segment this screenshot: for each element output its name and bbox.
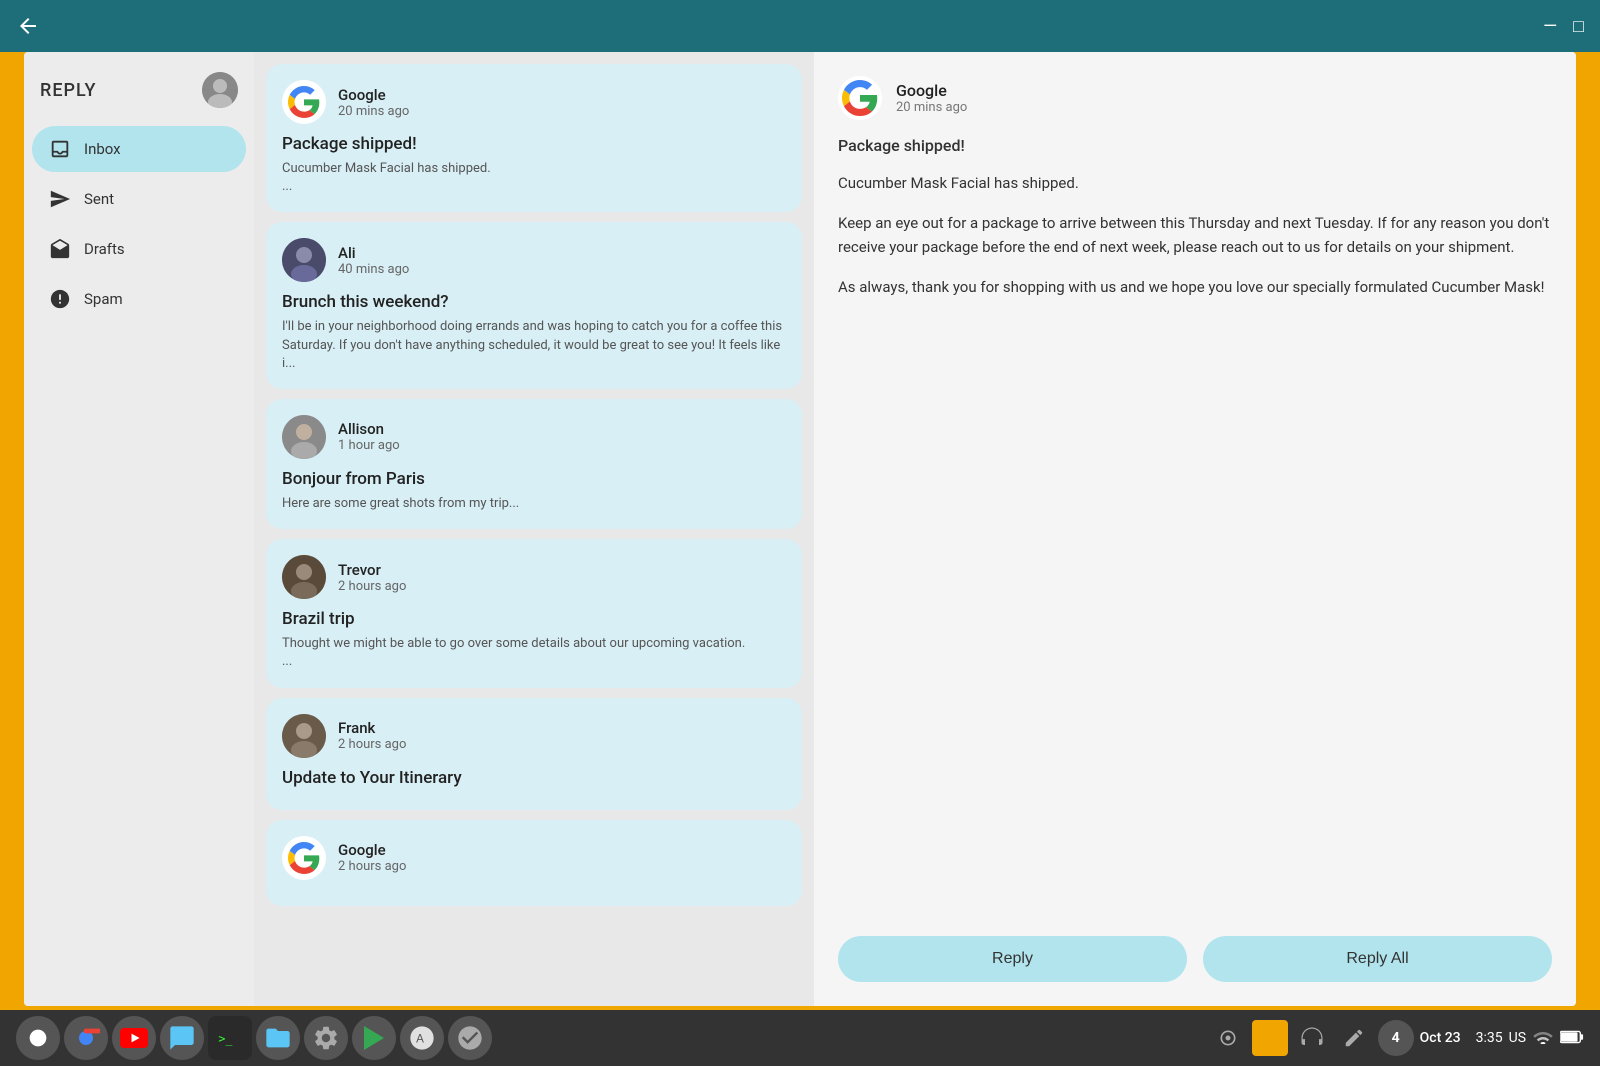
- detail-time: 20 mins ago: [896, 100, 967, 115]
- email-item-6[interactable]: Google 2 hours ago: [266, 820, 802, 906]
- yellow-square-icon[interactable]: [1252, 1020, 1288, 1056]
- email-time-5: 2 hours ago: [338, 737, 406, 752]
- detail-sender: Google: [896, 81, 967, 100]
- minimize-button[interactable]: —: [1543, 16, 1557, 37]
- detail-body-line1: Cucumber Mask Facial has shipped.: [838, 171, 1552, 195]
- main-window: REPLY Inbox Sen: [24, 52, 1576, 1006]
- detail-subject: Package shipped!: [838, 136, 1552, 155]
- reply-all-button[interactable]: Reply All: [1203, 936, 1552, 982]
- email-time-6: 2 hours ago: [338, 859, 406, 874]
- email-extra-4: ...: [282, 653, 786, 671]
- pen-icon[interactable]: [1336, 1020, 1372, 1056]
- detail-body: Cucumber Mask Facial has shipped. Keep a…: [838, 171, 1552, 912]
- inbox-icon: [48, 138, 72, 160]
- email-item-5[interactable]: Frank 2 hours ago Update to Your Itinera…: [266, 698, 802, 810]
- email-time-1: 20 mins ago: [338, 104, 409, 119]
- email-sender-2: Ali: [338, 244, 409, 262]
- detail-body-para2: As always, thank you for shopping with u…: [838, 275, 1552, 299]
- settings-icon[interactable]: [304, 1016, 348, 1060]
- battery-icon: [1560, 1029, 1584, 1048]
- email-subject-4: Brazil trip: [282, 609, 786, 629]
- notification-badge[interactable]: 4: [1378, 1020, 1414, 1056]
- email-subject-2: Brunch this weekend?: [282, 292, 786, 312]
- email-time-2: 40 mins ago: [338, 262, 409, 277]
- inbox-label: Inbox: [84, 140, 121, 158]
- reply-button[interactable]: Reply: [838, 936, 1187, 982]
- taskbar-right: 4 Oct 23 3:35 US: [1210, 1020, 1584, 1056]
- spam-label: Spam: [84, 290, 123, 308]
- email-sender-3: Allison: [338, 420, 400, 438]
- youtube-icon[interactable]: [112, 1016, 156, 1060]
- taskbar-region: US: [1509, 1030, 1526, 1046]
- sidebar-header: REPLY: [24, 60, 254, 124]
- maximize-button[interactable]: □: [1573, 16, 1584, 37]
- taskbar-time: 3:35: [1476, 1030, 1503, 1046]
- sidebar-item-inbox[interactable]: Inbox: [32, 126, 246, 172]
- drafts-label: Drafts: [84, 240, 125, 258]
- email-detail-pane: Google 20 mins ago Package shipped! Cucu…: [814, 52, 1576, 1006]
- sidebar: REPLY Inbox Sen: [24, 52, 254, 1006]
- email-sender-4: Trevor: [338, 561, 406, 579]
- avatar-frank: [282, 714, 326, 758]
- email-item-4[interactable]: Trevor 2 hours ago Brazil trip Thought w…: [266, 539, 802, 687]
- email-preview-2: I'll be in your neighborhood doing erran…: [282, 318, 786, 373]
- email-sender-6: Google: [338, 841, 406, 859]
- avatar-allison: [282, 415, 326, 459]
- email-time-4: 2 hours ago: [338, 579, 406, 594]
- back-button[interactable]: [16, 14, 40, 38]
- detail-actions: Reply Reply All: [838, 936, 1552, 982]
- sent-label: Sent: [84, 190, 114, 208]
- webcam-indicator: [1210, 1020, 1246, 1056]
- spam-icon: [48, 288, 72, 310]
- avatar-google-1: [282, 80, 326, 124]
- email-preview-1: Cucumber Mask Facial has shipped.: [282, 160, 786, 178]
- email-subject-5: Update to Your Itinerary: [282, 768, 786, 788]
- avatar-trevor: [282, 555, 326, 599]
- support-icon[interactable]: [448, 1016, 492, 1060]
- email-subject-1: Package shipped!: [282, 134, 786, 154]
- email-sender-1: Google: [338, 86, 409, 104]
- detail-avatar: [838, 76, 882, 120]
- title-bar: — □: [0, 0, 1600, 52]
- drafts-icon: [48, 238, 72, 260]
- play-store-icon[interactable]: [352, 1016, 396, 1060]
- sidebar-item-sent[interactable]: Sent: [32, 176, 246, 222]
- svg-text:>_: >_: [218, 1032, 233, 1046]
- window-controls: — □: [1543, 16, 1584, 37]
- terminal-icon[interactable]: >_: [208, 1016, 252, 1060]
- svg-text:A: A: [416, 1033, 424, 1046]
- email-list: Google 20 mins ago Package shipped! Cucu…: [254, 52, 814, 1006]
- email-subject-3: Bonjour from Paris: [282, 469, 786, 489]
- files-icon[interactable]: [256, 1016, 300, 1060]
- email-extra-1: ...: [282, 178, 786, 196]
- email-time-3: 1 hour ago: [338, 438, 400, 453]
- app-title: REPLY: [40, 80, 96, 101]
- headphone-icon[interactable]: [1294, 1020, 1330, 1056]
- sent-icon: [48, 188, 72, 210]
- sidebar-item-drafts[interactable]: Drafts: [32, 226, 246, 272]
- email-item-2[interactable]: Ali 40 mins ago Brunch this weekend? I'l…: [266, 222, 802, 389]
- email-preview-3: Here are some great shots from my trip..…: [282, 495, 786, 513]
- email-preview-4: Thought we might be able to go over some…: [282, 635, 786, 653]
- messages-icon[interactable]: [160, 1016, 204, 1060]
- wifi-icon: [1532, 1028, 1554, 1049]
- taskbar-date: Oct 23: [1420, 1030, 1470, 1046]
- avatar-google-2: [282, 836, 326, 880]
- sidebar-item-spam[interactable]: Spam: [32, 276, 246, 322]
- email-item-1[interactable]: Google 20 mins ago Package shipped! Cucu…: [266, 64, 802, 212]
- camera-indicator: [16, 1016, 60, 1060]
- detail-body-para1: Keep an eye out for a package to arrive …: [838, 211, 1552, 259]
- email-sender-5: Frank: [338, 719, 406, 737]
- chrome-icon[interactable]: [64, 1016, 108, 1060]
- app-store-icon[interactable]: A: [400, 1016, 444, 1060]
- email-item-3[interactable]: Allison 1 hour ago Bonjour from Paris He…: [266, 399, 802, 529]
- avatar-ali: [282, 238, 326, 282]
- taskbar: >_ A: [0, 1010, 1600, 1066]
- user-avatar[interactable]: [202, 72, 238, 108]
- detail-header: Google 20 mins ago: [838, 76, 1552, 120]
